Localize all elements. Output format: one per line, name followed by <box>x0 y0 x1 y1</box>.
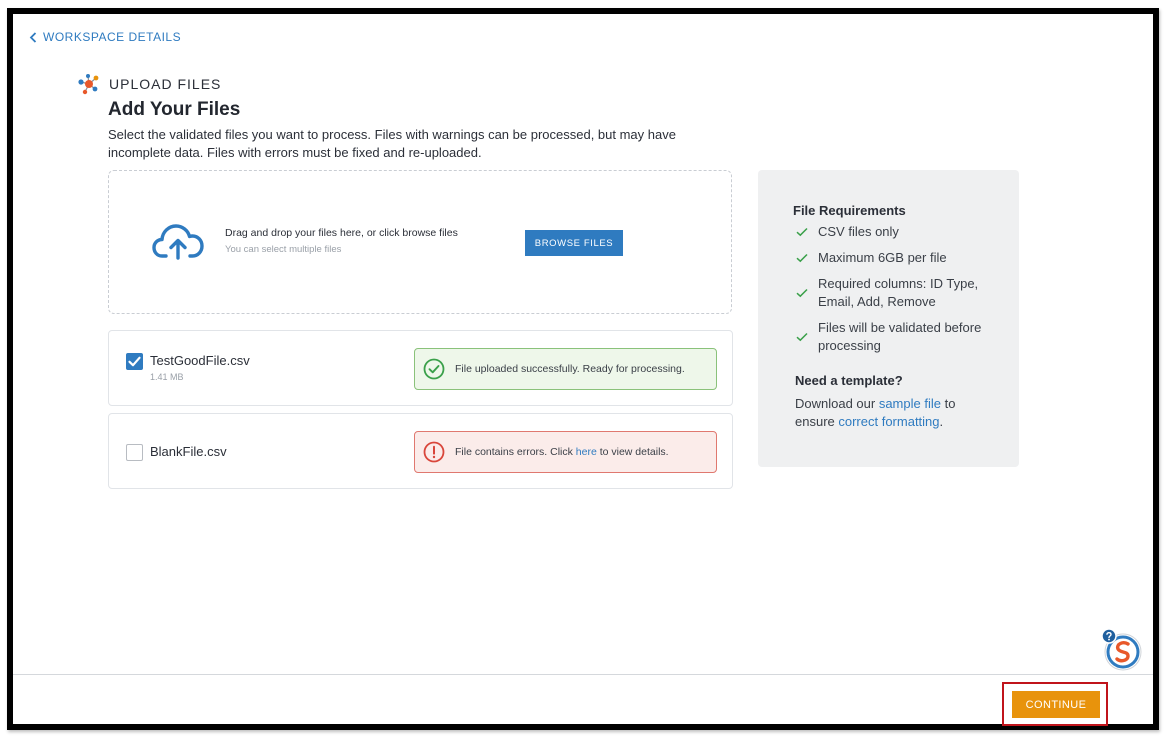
file-name: TestGoodFile.csv <box>150 353 250 368</box>
requirement-item: CSV files only <box>796 223 1011 241</box>
file-name: BlankFile.csv <box>150 444 227 459</box>
chevron-left-icon <box>29 31 37 43</box>
browse-files-button[interactable]: BROWSE FILES <box>525 230 623 256</box>
requirement-text: Required columns: ID Type, Email, Add, R… <box>818 276 979 309</box>
template-description: Download our sample file to ensure corre… <box>795 395 995 431</box>
app-window: WORKSPACE DETAILS UPLOAD FILES Add Your … <box>7 8 1159 730</box>
page-title: Add Your Files <box>108 99 241 120</box>
cloud-upload-icon <box>152 224 204 260</box>
dropzone-instructions: Drag and drop your files here, or click … <box>225 227 458 239</box>
template-text-suffix: . <box>939 414 944 429</box>
upload-success-status: File uploaded successfully. Ready for pr… <box>414 348 717 390</box>
file-size: 1.41 MB <box>150 372 184 382</box>
section-label: UPLOAD FILES <box>109 76 222 92</box>
section-header: UPLOAD FILES <box>77 72 221 96</box>
file-card-blankfile: BlankFile.csv File contains errors. Clic… <box>108 413 733 489</box>
check-icon <box>796 253 808 263</box>
error-message-suffix: to view details. <box>596 446 669 458</box>
template-text-prefix: Download our <box>795 396 879 411</box>
requirement-text: CSV files only <box>818 224 899 239</box>
file-dropzone[interactable]: Drag and drop your files here, or click … <box>108 170 732 314</box>
check-icon <box>796 227 808 237</box>
continue-button[interactable]: CONTINUE <box>1012 691 1100 718</box>
dropzone-hint: You can select multiple files <box>225 244 342 255</box>
file-requirements-panel: File Requirements CSV files only Maximum… <box>758 170 1019 467</box>
check-icon <box>796 288 808 298</box>
requirement-text: Files will be validated before processin… <box>818 320 982 353</box>
check-circle-icon <box>423 358 445 380</box>
status-message: File contains errors. Click here to view… <box>455 446 669 458</box>
requirement-item: Required columns: ID Type, Email, Add, R… <box>796 275 1011 311</box>
check-icon <box>128 356 141 367</box>
view-error-details-link[interactable]: here <box>576 446 597 458</box>
requirement-item: Maximum 6GB per file <box>796 249 1011 267</box>
sample-file-link[interactable]: sample file <box>879 396 941 411</box>
requirements-title: File Requirements <box>793 203 906 218</box>
page-description: Select the validated files you want to p… <box>108 127 676 160</box>
correct-formatting-link[interactable]: correct formatting <box>838 414 939 429</box>
upload-error-status: File contains errors. Click here to view… <box>414 431 717 473</box>
error-message-prefix: File contains errors. Click <box>455 446 576 458</box>
requirements-list: CSV files only Maximum 6GB per file Requ… <box>796 223 1011 363</box>
requirement-item: Files will be validated before processin… <box>796 319 1011 355</box>
file-select-checkbox[interactable] <box>126 353 143 370</box>
file-select-checkbox[interactable] <box>126 444 143 461</box>
back-to-workspace-link[interactable]: WORKSPACE DETAILS <box>29 30 181 44</box>
back-link-label: WORKSPACE DETAILS <box>43 30 182 44</box>
check-icon <box>796 332 808 342</box>
footer-divider <box>13 674 1153 675</box>
error-circle-icon <box>423 441 445 463</box>
network-icon <box>77 72 101 96</box>
requirement-text: Maximum 6GB per file <box>818 250 947 265</box>
template-title: Need a template? <box>795 373 903 388</box>
help-badge-icon[interactable] <box>1099 626 1145 672</box>
file-card-testgoodfile: TestGoodFile.csv 1.41 MB File uploaded s… <box>108 330 733 406</box>
status-message: File uploaded successfully. Ready for pr… <box>455 363 685 375</box>
